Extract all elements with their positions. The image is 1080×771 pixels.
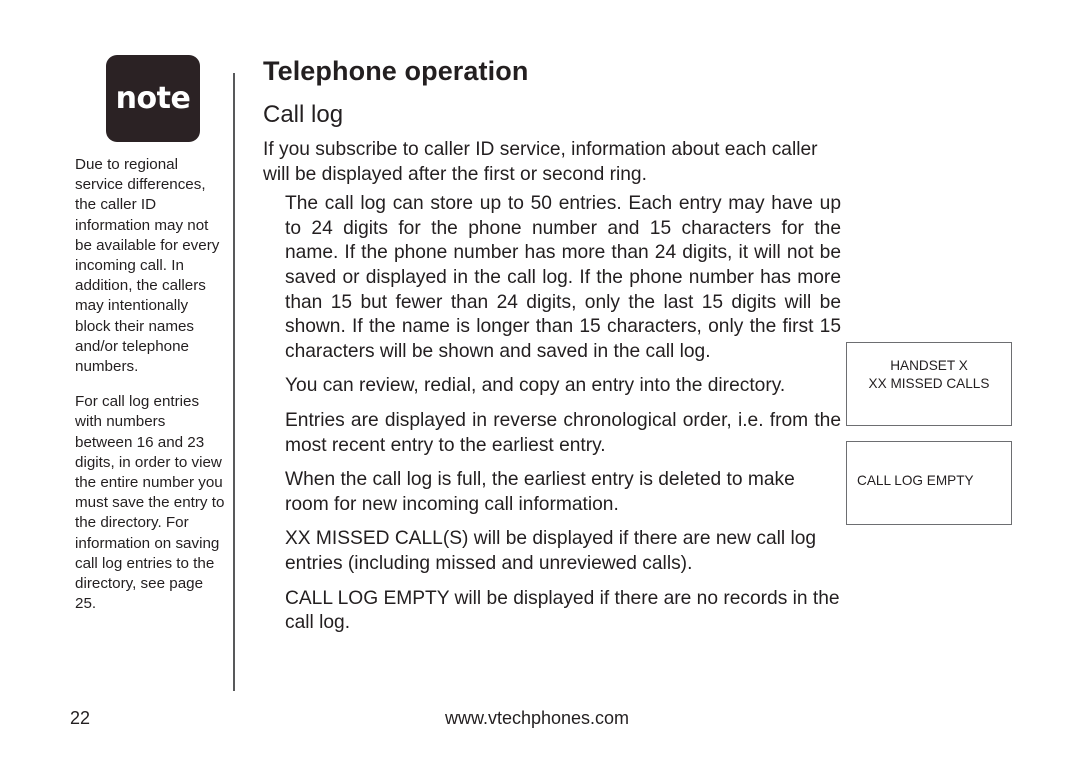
lcd-missed-calls-line-1: HANDSET X <box>890 358 968 373</box>
footer-url: www.vtechphones.com <box>444 708 630 728</box>
lcd-missed-calls-text: HANDSET X XX MISSED CALLS <box>847 357 1011 393</box>
note-sidebar: note Due to regional service differences… <box>75 55 225 614</box>
lcd-call-log-empty-line-1: CALL LOG EMPTY <box>857 473 974 488</box>
body-paragraph-4: When the call log is full, the earliest … <box>285 469 795 515</box>
footer-page-number: 22 <box>70 708 91 728</box>
body-paragraph-5: XX MISSED CALL(S) will be displayed if t… <box>285 528 817 574</box>
main-content: Telephone operation Call log If you subs… <box>263 55 841 636</box>
note-paragraph-2: For call log entries with numbers betwee… <box>75 393 225 613</box>
lcd-missed-calls-line-2: XX MISSED CALLS <box>868 376 990 391</box>
body-paragraph-2: You can review, redial, and copy an entr… <box>285 375 786 397</box>
body-paragraph-3: Entries are displayed in reverse chronol… <box>285 409 841 456</box>
body-paragraph-6: CALL LOG EMPTY will be displayed if ther… <box>285 587 840 634</box>
manual-page: note Due to regional service differences… <box>0 0 1080 771</box>
note-badge-label: note <box>115 80 191 116</box>
lcd-display-call-log-empty: CALL LOG EMPTY <box>846 441 1012 525</box>
body-paragraph-1: The call log can store up to 50 entries.… <box>285 193 841 362</box>
section-title: Call log <box>263 101 344 128</box>
note-paragraph-1: Due to regional service differences, the… <box>75 156 220 376</box>
lcd-display-missed-calls: HANDSET X XX MISSED CALLS <box>846 342 1012 426</box>
column-divider <box>233 73 235 691</box>
page-title: Telephone operation <box>263 56 529 86</box>
note-badge: note <box>106 55 200 142</box>
lcd-call-log-empty-text: CALL LOG EMPTY <box>847 472 1011 490</box>
lead-paragraph: If you subscribe to caller ID service, i… <box>263 139 818 185</box>
